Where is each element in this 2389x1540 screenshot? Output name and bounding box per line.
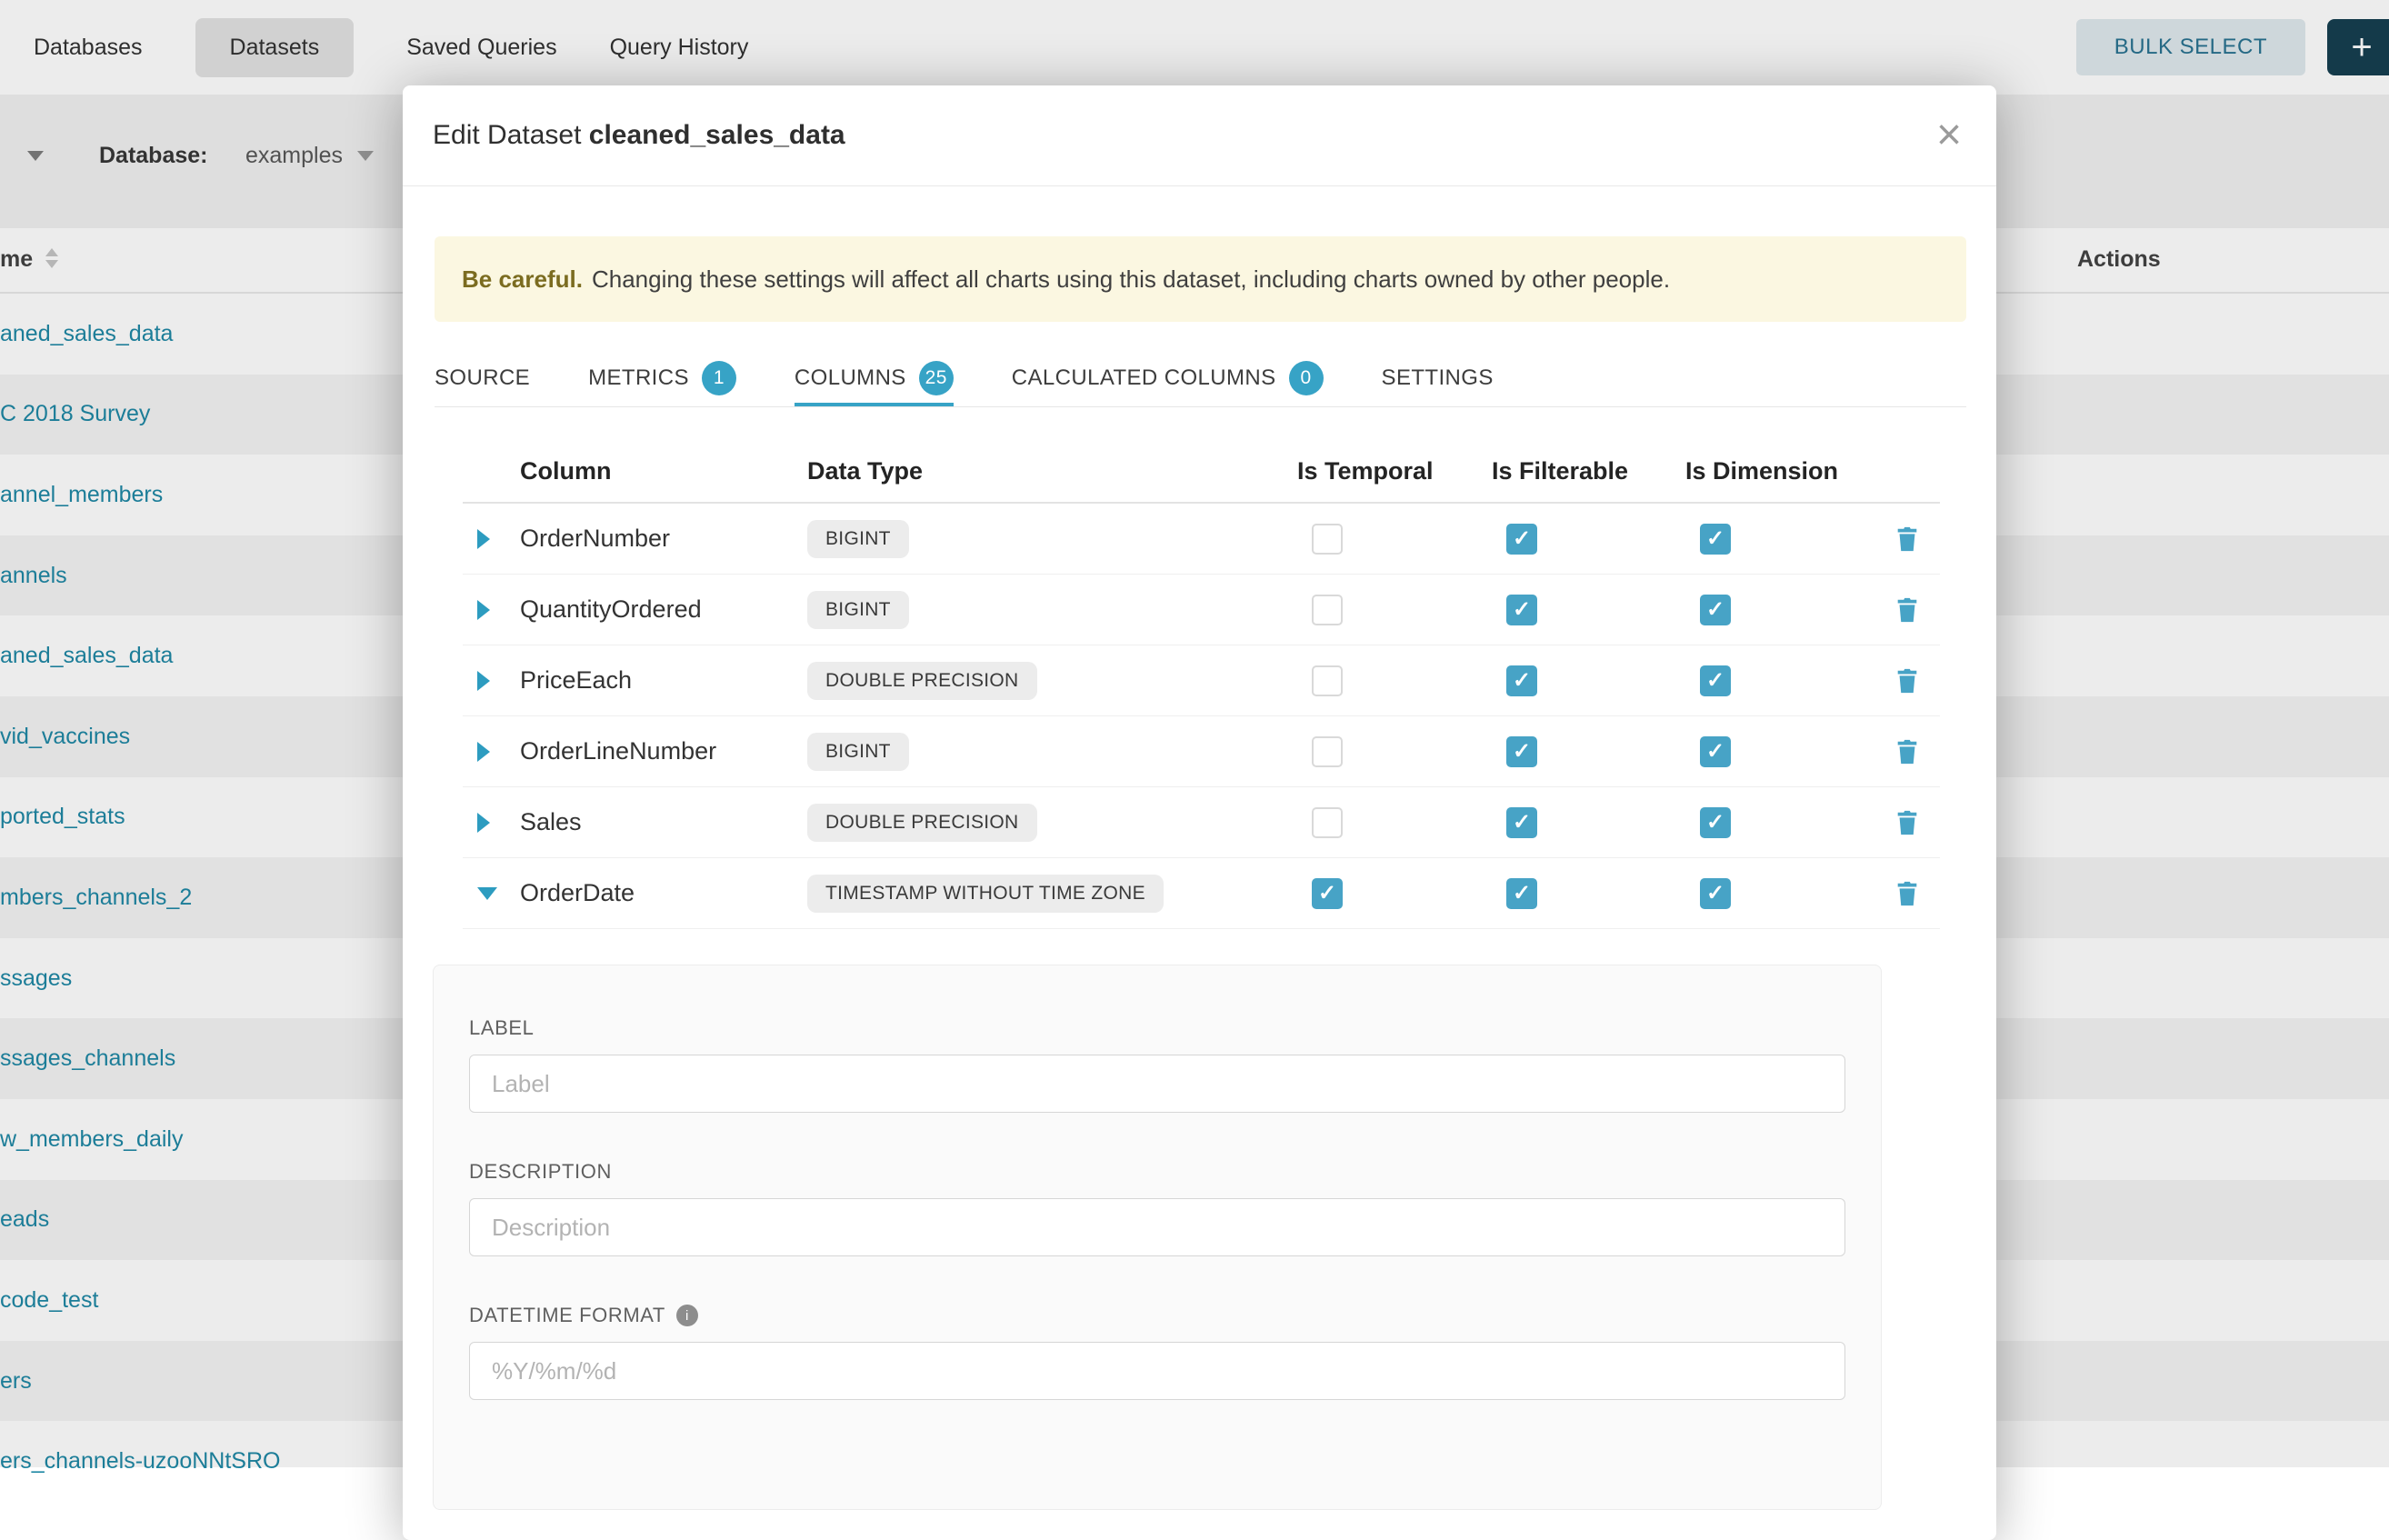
description-field-group: DESCRIPTION bbox=[469, 1160, 1845, 1256]
column-name: Sales bbox=[520, 808, 807, 836]
column-name: OrderLineNumber bbox=[520, 737, 807, 765]
expand-caret-icon[interactable] bbox=[477, 742, 490, 762]
tab-settings[interactable]: SETTINGS bbox=[1382, 349, 1494, 406]
data-type-pill: TIMESTAMP WITHOUT TIME ZONE bbox=[807, 875, 1164, 913]
delete-column-icon[interactable] bbox=[1894, 880, 1920, 907]
is-dimension-checkbox[interactable]: ✓ bbox=[1700, 595, 1731, 625]
warning-banner-bold: Be careful. bbox=[462, 265, 583, 294]
tab-source[interactable]: SOURCE bbox=[435, 349, 530, 406]
label-field-group: LABEL bbox=[469, 1016, 1845, 1113]
is-filterable-checkbox[interactable]: ✓ bbox=[1506, 878, 1537, 909]
tab-source-label: SOURCE bbox=[435, 365, 530, 391]
metrics-count-badge: 1 bbox=[702, 361, 736, 395]
is-temporal-checkbox[interactable] bbox=[1312, 665, 1343, 696]
warning-banner-text: Changing these settings will affect all … bbox=[592, 265, 1670, 294]
columns-table-header: Column Data Type Is Temporal Is Filterab… bbox=[463, 440, 1940, 504]
modal-title: Edit Dataset cleaned_sales_data bbox=[433, 120, 845, 151]
tab-calculated-columns-label: CALCULATED COLUMNS bbox=[1012, 365, 1276, 391]
is-dimension-header: Is Dimension bbox=[1685, 457, 1894, 485]
columns-table: Column Data Type Is Temporal Is Filterab… bbox=[463, 440, 1940, 929]
description-field-label: DESCRIPTION bbox=[469, 1160, 1845, 1184]
is-dimension-checkbox[interactable]: ✓ bbox=[1700, 736, 1731, 767]
tab-columns[interactable]: COLUMNS 25 bbox=[795, 349, 954, 406]
is-filterable-checkbox[interactable]: ✓ bbox=[1506, 595, 1537, 625]
tab-metrics[interactable]: METRICS 1 bbox=[588, 349, 736, 406]
expand-caret-icon[interactable] bbox=[477, 671, 490, 691]
edit-dataset-modal: Edit Dataset cleaned_sales_data × Be car… bbox=[403, 85, 1996, 1540]
column-row: OrderLineNumberBIGINT ✓ ✓ bbox=[463, 716, 1940, 787]
warning-banner: Be careful. Changing these settings will… bbox=[435, 236, 1966, 322]
tab-metrics-label: METRICS bbox=[588, 365, 689, 391]
delete-column-icon[interactable] bbox=[1894, 809, 1920, 836]
info-icon[interactable]: i bbox=[676, 1305, 698, 1326]
is-filterable-checkbox[interactable]: ✓ bbox=[1506, 665, 1537, 696]
data-type-pill: BIGINT bbox=[807, 733, 909, 771]
column-name: QuantityOrdered bbox=[520, 595, 807, 624]
close-icon[interactable]: × bbox=[1936, 118, 1962, 153]
is-dimension-checkbox[interactable]: ✓ bbox=[1700, 524, 1731, 555]
tab-settings-label: SETTINGS bbox=[1382, 365, 1494, 391]
modal-title-dataset-name: cleaned_sales_data bbox=[589, 120, 845, 150]
column-name: OrderNumber bbox=[520, 525, 807, 553]
data-type-pill: BIGINT bbox=[807, 591, 909, 629]
is-temporal-checkbox[interactable] bbox=[1312, 524, 1343, 555]
column-row: PriceEachDOUBLE PRECISION ✓ ✓ bbox=[463, 645, 1940, 716]
tab-calculated-columns[interactable]: CALCULATED COLUMNS 0 bbox=[1012, 349, 1324, 406]
column-row: OrderNumberBIGINT ✓ ✓ bbox=[463, 504, 1940, 575]
column-detail-panel: LABEL DESCRIPTION DATETIME FORMAT i bbox=[433, 965, 1882, 1510]
column-row: OrderDateTIMESTAMP WITHOUT TIME ZONE ✓ ✓ ✓ bbox=[463, 858, 1940, 929]
collapse-caret-icon[interactable] bbox=[477, 887, 497, 900]
modal-header: Edit Dataset cleaned_sales_data × bbox=[403, 85, 1996, 186]
description-input[interactable] bbox=[469, 1198, 1845, 1256]
data-type-pill: BIGINT bbox=[807, 520, 909, 558]
columns-count-badge: 25 bbox=[919, 361, 954, 395]
delete-column-icon[interactable] bbox=[1894, 525, 1920, 553]
column-name: PriceEach bbox=[520, 666, 807, 695]
data-type-pill: DOUBLE PRECISION bbox=[807, 804, 1037, 842]
calculated-columns-count-badge: 0 bbox=[1289, 361, 1324, 395]
is-filterable-checkbox[interactable]: ✓ bbox=[1506, 736, 1537, 767]
column-name: OrderDate bbox=[520, 879, 807, 907]
column-row: SalesDOUBLE PRECISION ✓ ✓ bbox=[463, 787, 1940, 858]
is-temporal-checkbox[interactable]: ✓ bbox=[1312, 878, 1343, 909]
modal-tabs: SOURCE METRICS 1 COLUMNS 25 CALCULATED COL… bbox=[435, 349, 1966, 407]
data-type-header: Data Type bbox=[807, 457, 1297, 485]
column-row: QuantityOrderedBIGINT ✓ ✓ bbox=[463, 575, 1940, 645]
label-field-label: LABEL bbox=[469, 1016, 1845, 1040]
modal-title-prefix: Edit Dataset bbox=[433, 120, 581, 150]
is-dimension-checkbox[interactable]: ✓ bbox=[1700, 878, 1731, 909]
tab-columns-label: COLUMNS bbox=[795, 365, 906, 391]
is-temporal-header: Is Temporal bbox=[1297, 457, 1492, 485]
is-temporal-checkbox[interactable] bbox=[1312, 807, 1343, 838]
datetime-format-label-text: DATETIME FORMAT bbox=[469, 1304, 665, 1327]
is-temporal-checkbox[interactable] bbox=[1312, 595, 1343, 625]
data-type-pill: DOUBLE PRECISION bbox=[807, 662, 1037, 700]
is-filterable-header: Is Filterable bbox=[1492, 457, 1685, 485]
delete-column-icon[interactable] bbox=[1894, 667, 1920, 695]
expand-caret-icon[interactable] bbox=[477, 813, 490, 833]
is-filterable-checkbox[interactable]: ✓ bbox=[1506, 807, 1537, 838]
expand-caret-icon[interactable] bbox=[477, 600, 490, 620]
columns-table-body: OrderNumberBIGINT✓✓QuantityOrderedBIGINT… bbox=[463, 504, 1940, 929]
column-header: Column bbox=[520, 457, 807, 485]
datetime-format-field-group: DATETIME FORMAT i bbox=[469, 1304, 1845, 1400]
expand-caret-icon[interactable] bbox=[477, 529, 490, 549]
delete-column-icon[interactable] bbox=[1894, 596, 1920, 624]
delete-column-icon[interactable] bbox=[1894, 738, 1920, 765]
datetime-format-field-label: DATETIME FORMAT i bbox=[469, 1304, 1845, 1327]
is-temporal-checkbox[interactable] bbox=[1312, 736, 1343, 767]
is-dimension-checkbox[interactable]: ✓ bbox=[1700, 665, 1731, 696]
is-dimension-checkbox[interactable]: ✓ bbox=[1700, 807, 1731, 838]
is-filterable-checkbox[interactable]: ✓ bbox=[1506, 524, 1537, 555]
datetime-format-input[interactable] bbox=[469, 1342, 1845, 1400]
label-input[interactable] bbox=[469, 1055, 1845, 1113]
